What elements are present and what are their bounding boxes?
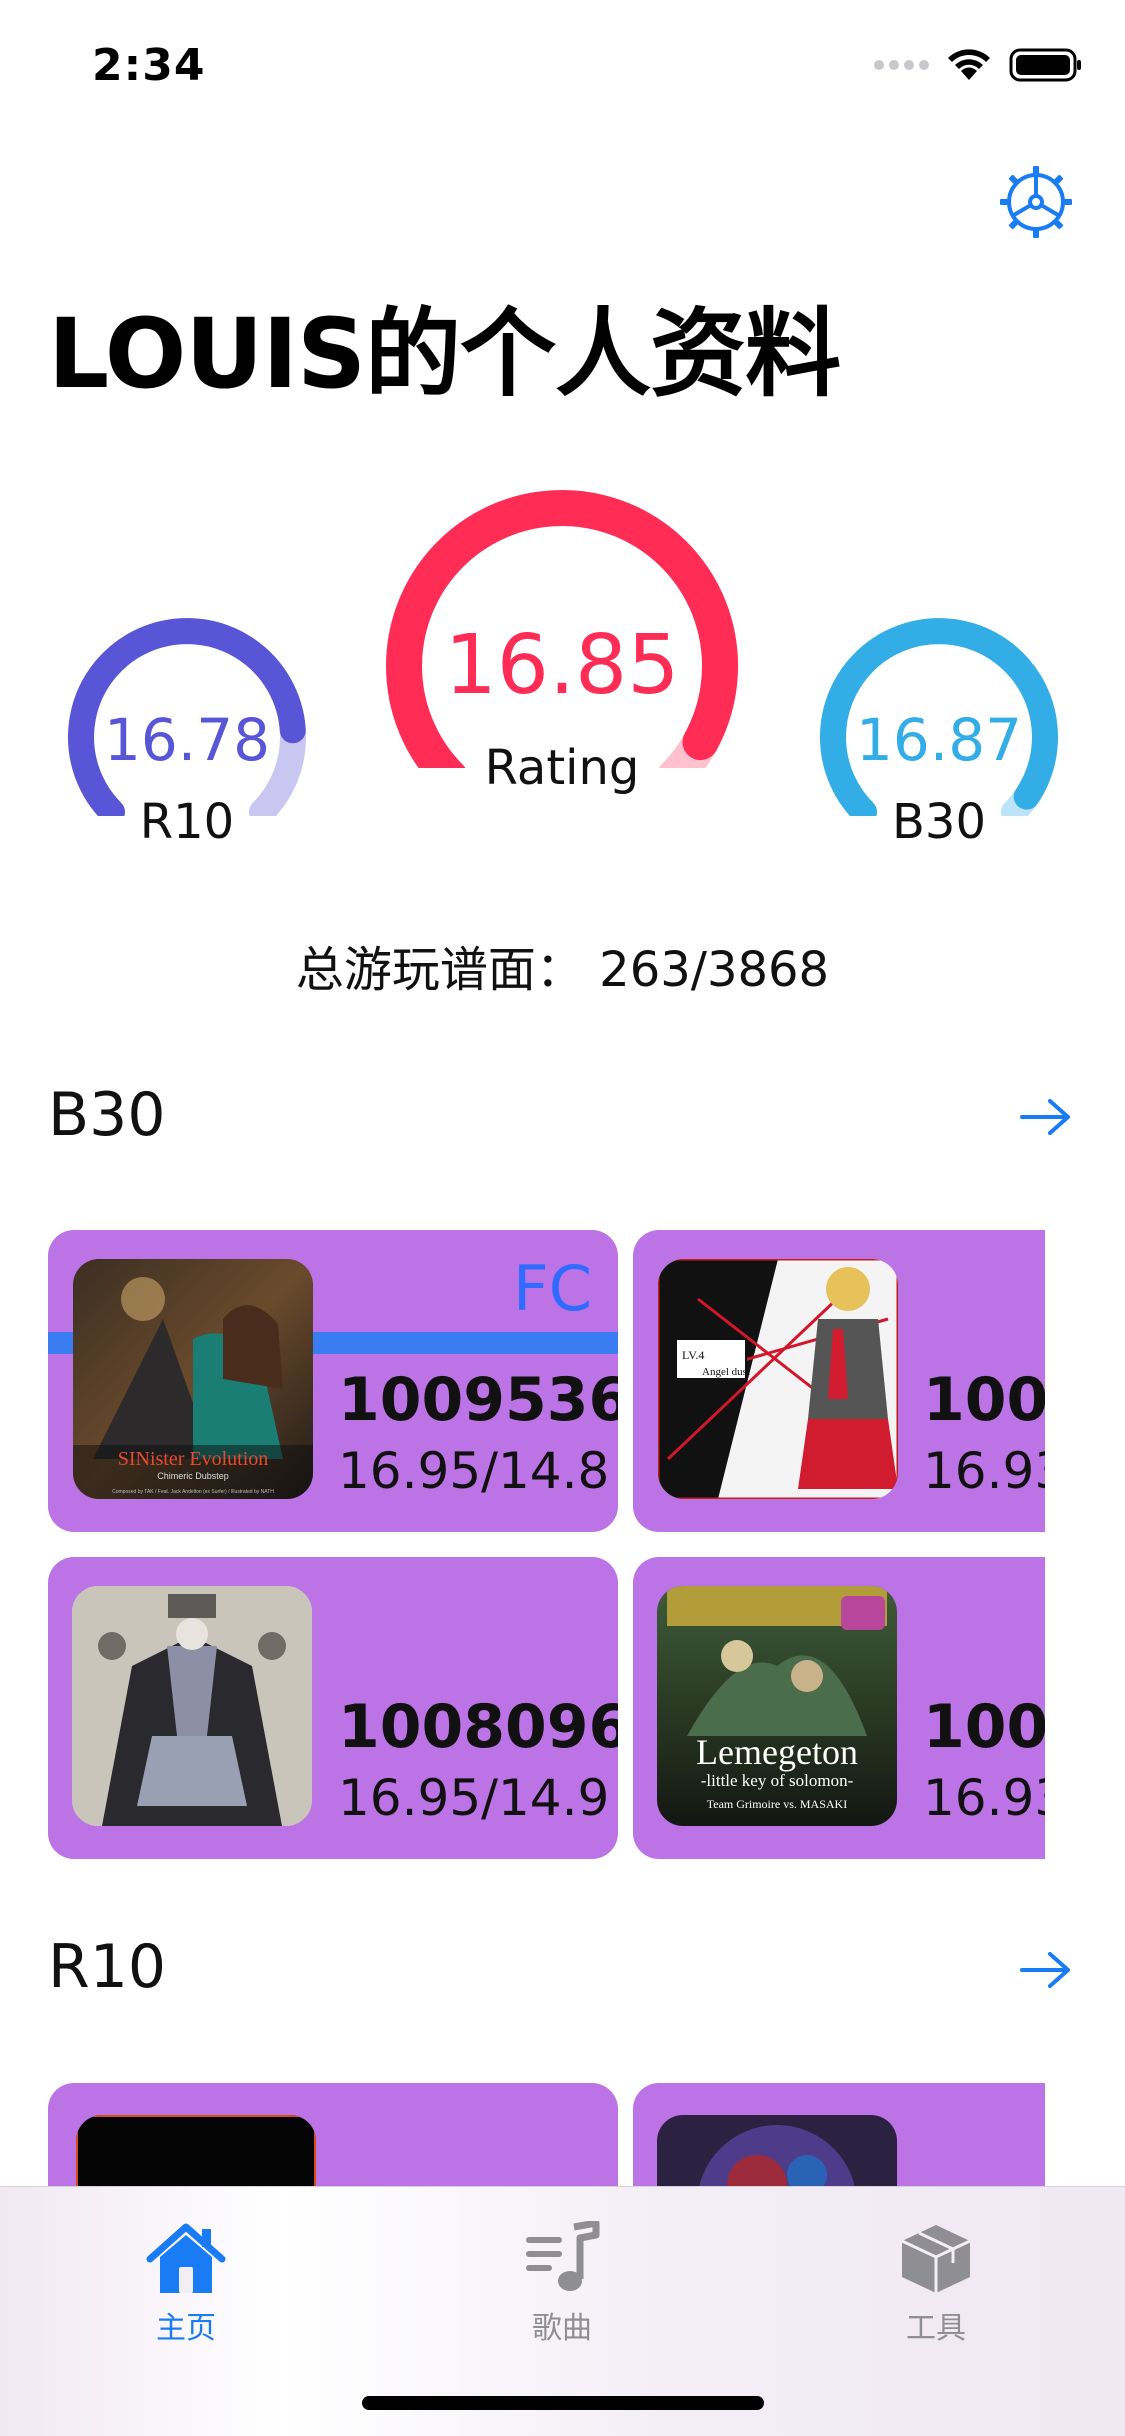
cube-icon	[901, 2225, 971, 2293]
svg-text:LV.4: LV.4	[682, 1348, 704, 1362]
song-jacket: SINister Evolution Chimeric Dubstep Comp…	[73, 1259, 313, 1499]
score: 1008	[923, 1365, 1045, 1435]
r10-label: R10	[139, 794, 235, 850]
rating-constant: 16.93/1	[923, 1769, 1045, 1827]
r10-more-button[interactable]	[1018, 1950, 1074, 1990]
b30-section-title: B30	[48, 1080, 166, 1150]
tab-home-label: 主页	[156, 2311, 216, 2346]
gear-icon	[1000, 166, 1072, 238]
score: 1008	[923, 1692, 1045, 1762]
b30-card[interactable]: LV.4 Angel dust 1008 16.93/1	[633, 1230, 1045, 1532]
svg-text:Lemegeton: Lemegeton	[696, 1732, 858, 1772]
b30-card[interactable]: FC SINister Evolution Chimeric Dubstep C…	[48, 1230, 618, 1532]
status-icons	[874, 48, 1083, 82]
song-jacket: Lemegeton -little key of solomon- Team G…	[657, 1586, 897, 1826]
tab-songs-label: 歌曲	[532, 2311, 592, 2346]
wifi-icon	[948, 49, 990, 80]
arrow-right-icon	[1020, 1952, 1070, 1988]
tab-home[interactable]: 主页	[106, 2205, 266, 2346]
tab-tools-label: 工具	[906, 2311, 966, 2346]
music-list-icon	[526, 2221, 600, 2291]
rating-constant: 16.95/14.9	[338, 1769, 610, 1827]
score: 1009536	[338, 1365, 618, 1435]
b30-more-button[interactable]	[1018, 1097, 1074, 1137]
b30-card[interactable]: Lemegeton -little key of solomon- Team G…	[633, 1557, 1045, 1859]
svg-text:Angel dust: Angel dust	[702, 1366, 750, 1378]
svg-text:Team Grimoire vs. MASAKI: Team Grimoire vs. MASAKI	[707, 1797, 847, 1811]
song-jacket	[72, 1586, 312, 1826]
rating-constant: 16.93/1	[923, 1442, 1045, 1500]
rating-label: Rating	[484, 740, 640, 796]
home-indicator	[362, 2396, 764, 2410]
b30-card[interactable]: 1008096 16.95/14.9	[48, 1557, 618, 1859]
fc-badge: FC	[513, 1252, 592, 1325]
arrow-right-icon	[1020, 1099, 1070, 1135]
svg-text:-little key of solomon-: -little key of solomon-	[701, 1771, 854, 1790]
tab-tools[interactable]: 工具	[856, 2205, 1016, 2346]
total-plays: 总游玩谱面： 263/3868	[295, 942, 830, 998]
rating-gauge: 16.85 Rating	[384, 488, 740, 798]
b30-value: 16.87	[855, 706, 1023, 774]
rating-value: 16.85	[444, 618, 680, 713]
svg-text:Composed by TAK / Feat. Jack: Composed by TAK / Feat. Jack Andelton (e…	[112, 1489, 274, 1495]
battery-icon	[1009, 48, 1081, 82]
status-bar: 2:34	[0, 0, 1125, 132]
page-title: LOUIS的个人资料	[48, 298, 841, 410]
svg-text:SINister Evolution: SINister Evolution	[118, 1448, 269, 1470]
song-jacket: LV.4 Angel dust	[658, 1259, 898, 1499]
r10-gauge: 16.78 R10	[66, 616, 308, 856]
status-time: 2:34	[92, 40, 206, 91]
b30-gauge: 16.87 B30	[818, 616, 1060, 856]
rating-constant: 16.95/14.8	[338, 1442, 610, 1500]
b30-label: B30	[891, 794, 986, 850]
house-icon	[146, 2223, 226, 2293]
cellular-signal-icon	[874, 60, 929, 70]
svg-text:Chimeric Dubstep: Chimeric Dubstep	[157, 1471, 229, 1481]
tab-songs[interactable]: 歌曲	[482, 2205, 642, 2346]
r10-section-title: R10	[48, 1932, 167, 2002]
score: 1008096	[338, 1692, 618, 1762]
settings-button[interactable]	[998, 164, 1074, 240]
r10-value: 16.78	[103, 706, 271, 774]
